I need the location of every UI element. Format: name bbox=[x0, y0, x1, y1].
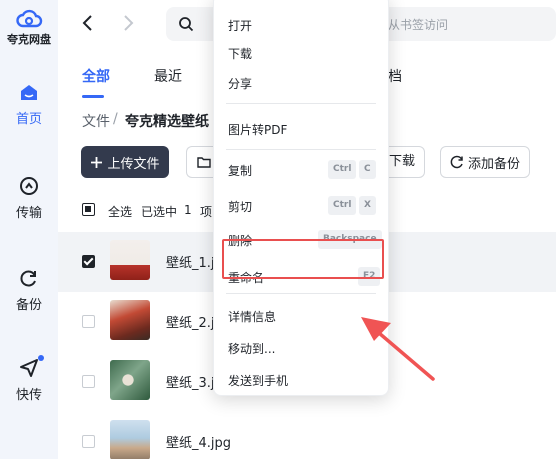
menu-divider bbox=[226, 293, 376, 294]
menu-item-label: 下载 bbox=[228, 47, 253, 61]
sidebar-item-home[interactable]: 首页 bbox=[0, 84, 58, 127]
shortcut-key: Ctrl bbox=[328, 160, 357, 179]
menu-item-send-to-phone[interactable]: 发送到手机 bbox=[214, 366, 388, 394]
menu-item-download[interactable]: 下载 bbox=[214, 39, 388, 67]
file-thumbnail bbox=[110, 360, 150, 400]
add-backup-button[interactable]: 添加备份 bbox=[440, 146, 530, 178]
menu-item-cut[interactable]: 剪切 Ctrl X bbox=[214, 192, 388, 220]
menu-item-label: 剪切 bbox=[228, 200, 253, 214]
menu-item-label: 图片转PDF bbox=[228, 123, 288, 137]
select-all-checkbox[interactable] bbox=[82, 203, 95, 216]
row-checkbox[interactable] bbox=[82, 375, 95, 388]
app-name: 夸克网盘 bbox=[7, 33, 51, 46]
breadcrumb-root[interactable]: 文件 bbox=[82, 111, 110, 131]
breadcrumb-current: 夸克精选壁纸 bbox=[125, 114, 209, 130]
search-placeholder: 从书签访问 bbox=[388, 18, 449, 32]
backup-icon bbox=[20, 270, 36, 287]
menu-item-label: 移动到... bbox=[228, 342, 276, 356]
folder-icon bbox=[197, 157, 211, 168]
cloud-logo-icon bbox=[16, 9, 43, 28]
app-logo[interactable]: 夸克网盘 bbox=[0, 6, 58, 47]
file-name[interactable]: 壁纸_4.jpg bbox=[166, 432, 231, 451]
menu-divider bbox=[226, 103, 376, 104]
plus-icon bbox=[91, 156, 103, 168]
menu-item-label: 打开 bbox=[228, 19, 253, 33]
context-menu: 打开 下载 分享 图片转PDF 复制 Ctrl C 剪切 Ctrl X 删除 B… bbox=[213, 0, 389, 396]
selected-prefix: 已选中 bbox=[141, 205, 178, 219]
sidebar-item-backup[interactable]: 备份 bbox=[0, 268, 58, 313]
tab-recent[interactable]: 最近 bbox=[154, 66, 182, 86]
row-checkbox[interactable] bbox=[82, 255, 95, 268]
sidebar-item-label: 快传 bbox=[15, 388, 42, 403]
menu-item-open[interactable]: 打开 bbox=[214, 11, 388, 39]
menu-item-image-to-pdf[interactable]: 图片转PDF bbox=[214, 115, 388, 143]
shortcut-key: X bbox=[359, 196, 376, 215]
search-icon bbox=[179, 17, 194, 32]
forward-arrow-icon[interactable] bbox=[118, 12, 138, 34]
row-checkbox[interactable] bbox=[82, 435, 95, 448]
sidebar-item-transfer[interactable]: 传输 bbox=[0, 176, 58, 221]
file-thumbnail bbox=[110, 420, 150, 459]
menu-item-share[interactable]: 分享 bbox=[214, 69, 388, 97]
upload-label: 上传文件 bbox=[107, 156, 160, 172]
selected-count: 1 bbox=[184, 203, 192, 217]
shortcut-key: C bbox=[359, 160, 376, 179]
menu-item-move-to[interactable]: 移动到... bbox=[214, 334, 388, 362]
sidebar-item-label: 备份 bbox=[15, 298, 42, 313]
sidebar: 夸克网盘 首页 传输 备份 快传 bbox=[0, 0, 58, 459]
menu-item-label: 发送到手机 bbox=[228, 374, 289, 388]
file-row[interactable]: 壁纸_4.jpg bbox=[58, 412, 556, 459]
file-thumbnail bbox=[110, 240, 150, 280]
select-all-label: 全选 bbox=[108, 205, 133, 219]
selected-suffix: 项 bbox=[200, 205, 213, 219]
shortcut-key: Ctrl bbox=[328, 196, 357, 215]
rename-highlight-box bbox=[222, 239, 384, 279]
sidebar-item-label: 首页 bbox=[15, 112, 42, 127]
menu-item-label: 复制 bbox=[228, 164, 253, 178]
backup-icon bbox=[450, 155, 463, 169]
file-thumbnail bbox=[110, 300, 150, 340]
home-icon bbox=[21, 85, 37, 100]
sidebar-item-quick-send[interactable]: 快传 bbox=[0, 355, 58, 403]
notification-dot bbox=[38, 355, 44, 361]
active-tab-indicator bbox=[82, 95, 104, 98]
upload-button[interactable]: 上传文件 bbox=[81, 146, 169, 178]
back-arrow-icon[interactable] bbox=[78, 12, 98, 34]
new-folder-button[interactable] bbox=[186, 146, 216, 178]
tab-all[interactable]: 全部 bbox=[82, 66, 110, 86]
download-label: 下载 bbox=[389, 154, 416, 169]
quick-send-icon bbox=[20, 359, 38, 377]
menu-item-label: 分享 bbox=[228, 77, 253, 91]
tab-documents[interactable]: 档 bbox=[388, 66, 402, 86]
menu-item-copy[interactable]: 复制 Ctrl C bbox=[214, 156, 388, 184]
backup-label: 添加备份 bbox=[467, 156, 520, 172]
transfer-icon bbox=[20, 177, 38, 195]
menu-item-details[interactable]: 详情信息 bbox=[214, 302, 388, 330]
sidebar-item-label: 传输 bbox=[15, 206, 42, 221]
menu-divider bbox=[226, 149, 376, 150]
row-checkbox[interactable] bbox=[82, 315, 95, 328]
menu-item-label: 详情信息 bbox=[228, 310, 277, 324]
breadcrumb-separator: / bbox=[113, 111, 118, 127]
